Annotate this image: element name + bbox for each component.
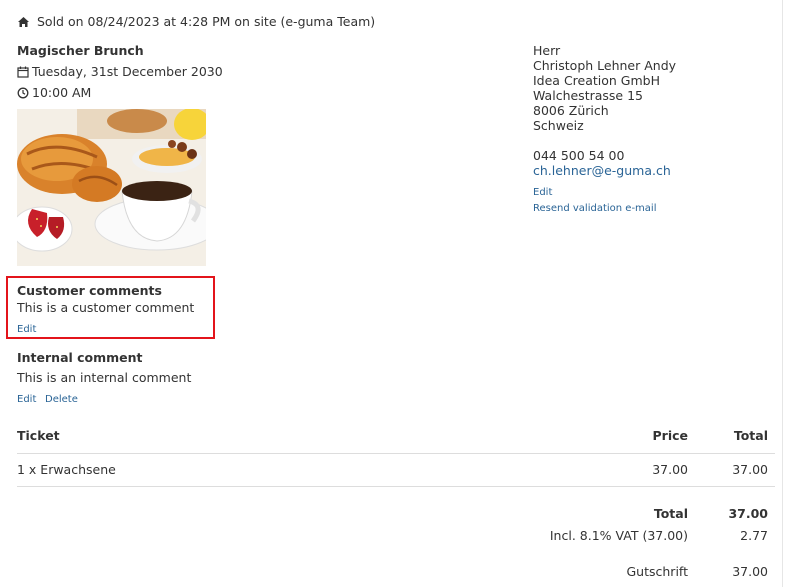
customer-edit-link[interactable]: Edit (533, 187, 552, 198)
event-date: Tuesday, 31st December 2030 (17, 64, 223, 79)
table-row-ticket: 1 x Erwachsene (17, 462, 116, 477)
customer-email-link[interactable]: ch.lehner@e-guma.ch (533, 163, 676, 178)
right-border (782, 0, 783, 587)
table-header-divider (17, 453, 775, 454)
customer-address: Herr Christoph Lehner Andy Idea Creation… (533, 43, 676, 178)
summary-total-label: Total (653, 506, 688, 521)
customer-name: Christoph Lehner Andy (533, 58, 677, 73)
resend-validation-link[interactable]: Resend validation e-mail (533, 203, 656, 214)
event-date-text: Tuesday, 31st December 2030 (32, 64, 223, 79)
summary-vat-value: 2.77 (740, 528, 768, 543)
internal-comment-edit-link[interactable]: Edit (17, 394, 36, 405)
event-time-text: 10:00 AM (32, 85, 92, 100)
calendar-icon (17, 66, 29, 78)
event-title: Magischer Brunch (17, 43, 144, 58)
total-column-header: Total (733, 428, 768, 443)
table-row-total: 37.00 (732, 462, 768, 477)
table-row-divider (17, 486, 775, 487)
home-icon (17, 16, 30, 28)
customer-comments-edit-link[interactable]: Edit (17, 324, 36, 335)
price-column-header: Price (652, 428, 689, 443)
internal-comment-delete-link[interactable]: Delete (45, 394, 78, 405)
summary-credit-label: Gutschrift (626, 564, 688, 579)
customer-street: Walchestrasse 15 (533, 88, 643, 103)
internal-comment-heading: Internal comment (17, 350, 143, 365)
customer-phone: 044 500 54 00 (533, 148, 625, 163)
summary-total-value: 37.00 (728, 506, 768, 521)
customer-country: Schweiz (533, 118, 584, 133)
clock-icon (17, 87, 29, 99)
sale-info: Sold on 08/24/2023 at 4:28 PM on site (e… (17, 14, 375, 29)
customer-city: 8006 Zürich (533, 103, 609, 118)
sale-text: Sold on 08/24/2023 at 4:28 PM on site (e… (37, 14, 376, 29)
breakfast-photo (17, 109, 206, 266)
customer-comments-text: This is a customer comment (17, 300, 195, 315)
customer-company: Idea Creation GmbH (533, 73, 661, 88)
event-time: 10:00 AM (17, 85, 91, 100)
customer-salutation: Herr (533, 43, 561, 58)
table-row-price: 37.00 (652, 462, 688, 477)
internal-comment-text: This is an internal comment (17, 370, 192, 385)
summary-vat-label: Incl. 8.1% VAT (37.00) (549, 528, 688, 543)
ticket-column-header: Ticket (17, 428, 60, 443)
summary-credit-value: 37.00 (732, 564, 768, 579)
customer-comments-heading: Customer comments (17, 283, 162, 298)
